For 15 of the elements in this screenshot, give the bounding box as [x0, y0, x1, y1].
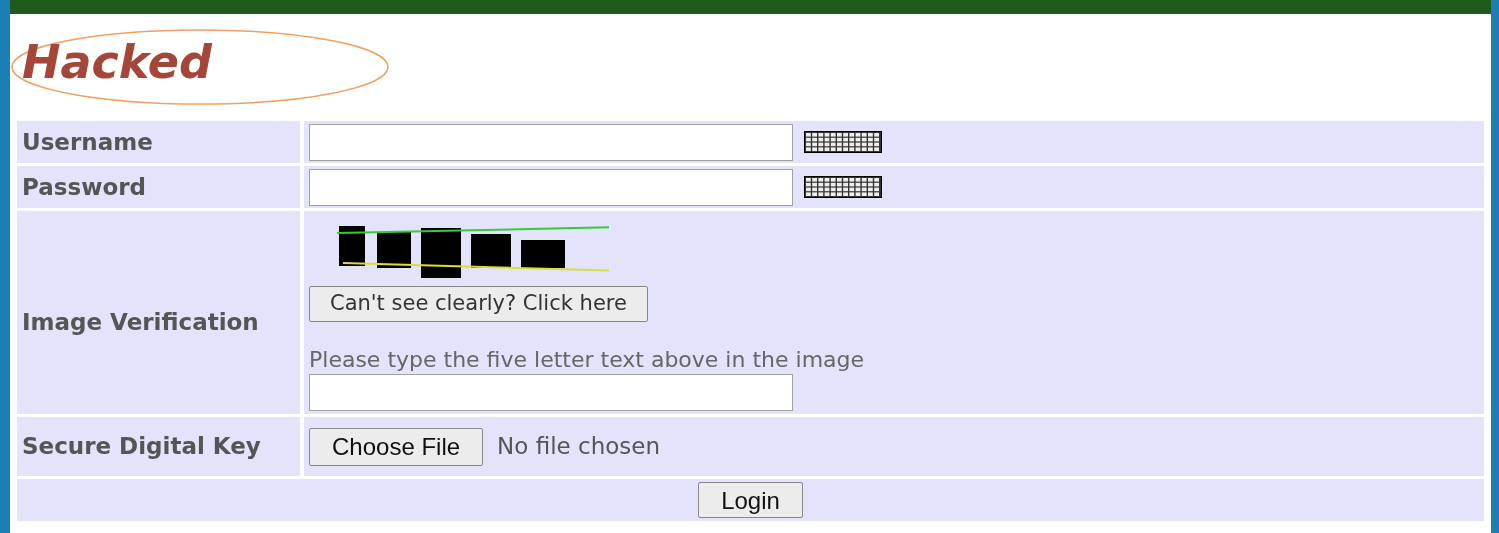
- keyboard-icon[interactable]: [804, 176, 882, 198]
- keyboard-icon[interactable]: [804, 131, 882, 153]
- file-status-text: No file chosen: [497, 432, 660, 462]
- field-label: Username: [17, 121, 300, 163]
- input-field[interactable]: [309, 168, 793, 206]
- annotation-text: Hacked: [22, 34, 212, 91]
- login-button[interactable]: Login: [698, 482, 803, 518]
- field-label: Password: [17, 166, 300, 208]
- refresh-button[interactable]: Can't see clearly? Click here: [309, 286, 648, 322]
- input-field[interactable]: [309, 374, 793, 411]
- input-field[interactable]: [309, 123, 793, 161]
- field-label: Image Verification: [17, 211, 300, 414]
- instruction-text: Please type the five letter text above in the image: [309, 346, 865, 374]
- field-label: Secure Digital Key: [17, 417, 300, 476]
- choose-file-button[interactable]: Choose File: [309, 427, 484, 466]
